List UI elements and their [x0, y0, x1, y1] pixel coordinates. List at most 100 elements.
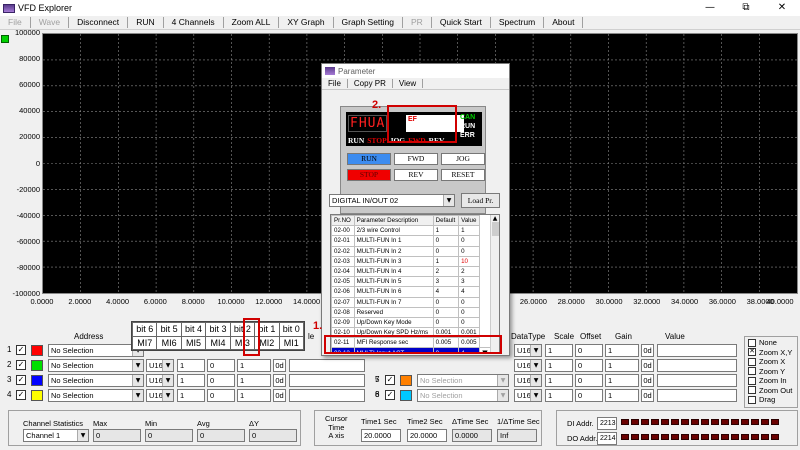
channel-color-swatch[interactable] [31, 375, 43, 386]
rev-key[interactable]: REV [394, 169, 438, 181]
menu-4-channels[interactable]: 4 Channels [164, 17, 224, 28]
channel-datatype-select[interactable]: U16 ▼ [514, 359, 542, 372]
channel-address-select[interactable]: No Selection▼ [417, 389, 509, 402]
channel-unit-button[interactable]: 0d [273, 374, 286, 387]
channel-datatype-select[interactable]: U16 ▼ [514, 389, 542, 402]
scroll-up-icon[interactable]: ▲ [491, 215, 499, 222]
dialog-menu-copy-pr[interactable]: Copy PR [348, 79, 393, 88]
zoom-option-zoom-in[interactable]: Zoom In [748, 376, 794, 386]
do-address-input[interactable]: 2214 [597, 432, 617, 445]
channel-datatype-select[interactable]: U16 ▼ [514, 374, 542, 387]
channel-offset-input[interactable]: 0 [207, 359, 235, 372]
load-pr-button[interactable]: Load Pr. [461, 193, 500, 208]
close-button[interactable]: ✕ [764, 0, 800, 16]
table-row[interactable]: 02-09 Up/Down Key Mode 0 0 [331, 316, 491, 329]
channel-unit-button[interactable]: 0d [641, 374, 654, 387]
channel-scale-input[interactable]: 1 [545, 389, 573, 402]
channel-scale-input[interactable]: 1 [177, 359, 205, 372]
run-key[interactable]: RUN [347, 153, 391, 165]
jog-key[interactable]: JOG [441, 153, 485, 165]
zoom-option-checkbox[interactable] [748, 357, 756, 366]
channel-enable-checkbox[interactable]: ✓ [16, 360, 26, 370]
dialog-menu-view[interactable]: View [393, 79, 424, 88]
channel-gain-input[interactable]: 1 [237, 359, 271, 372]
menu-spectrum[interactable]: Spectrum [491, 17, 545, 28]
channel-enable-checkbox[interactable]: ✓ [16, 345, 26, 355]
menu-graph-setting[interactable]: Graph Setting [334, 17, 403, 28]
channel-gain-input[interactable]: 1 [605, 344, 639, 357]
channel-offset-input[interactable]: 0 [575, 389, 603, 402]
zoom-option-zoom-y[interactable]: Zoom Y [748, 367, 794, 377]
channel-offset-input[interactable]: 0 [575, 344, 603, 357]
zoom-option-checkbox[interactable]: ✕ [748, 348, 756, 357]
menu-zoom-all[interactable]: Zoom ALL [224, 17, 280, 28]
zoom-option-zoom-x[interactable]: Zoom X [748, 357, 794, 367]
time2-input[interactable]: 20.0000 [407, 429, 447, 442]
channel-offset-input[interactable]: 0 [207, 374, 235, 387]
channel-color-swatch[interactable] [31, 345, 43, 356]
channel-enable-checkbox[interactable]: ✓ [16, 375, 26, 385]
fwd-key[interactable]: FWD [394, 153, 438, 165]
channel-unit-button[interactable]: 0d [273, 359, 286, 372]
table-row[interactable]: 02-04 MULTI-FUN In 422 [331, 265, 491, 278]
zoom-option-checkbox[interactable] [748, 376, 756, 385]
channel-color-swatch[interactable] [31, 360, 43, 371]
channel-enable-checkbox[interactable]: ✓ [16, 390, 26, 400]
minimize-button[interactable]: — [692, 0, 728, 16]
stop-key[interactable]: STOP [347, 169, 391, 181]
param-value[interactable]: 0 [458, 316, 481, 329]
table-row[interactable]: 02-08 Reserved 0 0 [331, 306, 491, 318]
zoom-option-none[interactable]: None [748, 338, 794, 348]
stats-channel-select[interactable]: Channel 1 ▼ [23, 429, 89, 442]
zoom-option-checkbox[interactable] [748, 338, 756, 347]
channel-gain-input[interactable]: 1 [605, 389, 639, 402]
table-row[interactable]: 02-03 MULTI-FUN In 3 1 10 [331, 255, 491, 267]
parameter-group-select[interactable]: DIGITAL IN/OUT 02 ▼ [329, 194, 455, 207]
channel-gain-input[interactable]: 1 [237, 389, 271, 402]
table-row[interactable]: 02-00 2/3 wire Control 1 1 [331, 225, 491, 237]
channel-gain-input[interactable]: 1 [605, 359, 639, 372]
channel-gain-input[interactable]: 1 [237, 374, 271, 387]
zoom-option-zoom-x-y[interactable]: ✕ Zoom X,Y [748, 348, 794, 358]
channel-scale-input[interactable]: 1 [177, 389, 205, 402]
param-value[interactable]: 1 [458, 225, 481, 237]
menu-quick-start[interactable]: Quick Start [432, 17, 491, 28]
table-scrollbar[interactable]: ▲ [490, 215, 499, 353]
channel-offset-input[interactable]: 0 [575, 359, 603, 372]
dialog-menu-file[interactable]: File [322, 79, 348, 88]
channel-unit-button[interactable]: 0d [273, 389, 286, 402]
channel-address-select[interactable]: No Selection▼ [48, 359, 144, 372]
param-value[interactable]: 4 [458, 286, 481, 298]
zoom-option-checkbox[interactable] [748, 395, 756, 404]
channel-scale-input[interactable]: 1 [177, 374, 205, 387]
param-value[interactable]: 0 [458, 296, 481, 308]
channel-address-select[interactable]: No Selection▼ [48, 374, 144, 387]
channel-color-swatch[interactable] [400, 390, 412, 401]
menu-disconnect[interactable]: Disconnect [69, 17, 129, 28]
channel-scale-input[interactable]: 1 [545, 359, 573, 372]
channel-scale-input[interactable]: 1 [545, 344, 573, 357]
reset-key[interactable]: RESET [441, 169, 485, 181]
channel-address-select[interactable]: No Selection▼ [48, 389, 144, 402]
channel-color-swatch[interactable] [400, 375, 412, 386]
table-row[interactable]: 02-06 MULTI-FUN In 644 [331, 286, 491, 298]
time1-input[interactable]: 20.0000 [361, 429, 401, 442]
maximize-button[interactable]: ⧉ [728, 0, 764, 16]
channel-unit-button[interactable]: 0d [641, 359, 654, 372]
param-value[interactable]: 3 [458, 276, 481, 288]
zoom-option-zoom-out[interactable]: Zoom Out [748, 386, 794, 396]
zoom-option-checkbox[interactable] [748, 367, 756, 376]
channel-enable-checkbox[interactable]: ✓ [385, 375, 395, 385]
param-value[interactable]: 0 [458, 245, 481, 257]
channel-unit-button[interactable]: 0d [641, 344, 654, 357]
channel-address-select[interactable]: No Selection▼ [48, 344, 144, 357]
channel-offset-input[interactable]: 0 [207, 389, 235, 402]
table-row[interactable]: 02-02 MULTI-FUN In 200 [331, 245, 491, 257]
channel-enable-checkbox[interactable]: ✓ [385, 390, 395, 400]
channel-datatype-select[interactable]: U16 ▼ [146, 359, 174, 372]
scroll-thumb[interactable] [492, 222, 499, 236]
channel-scale-input[interactable]: 1 [545, 374, 573, 387]
table-row[interactable]: 02-05 MULTI-FUN In 533 [331, 276, 491, 288]
channel-datatype-select[interactable]: U16 ▼ [146, 374, 174, 387]
menu-about[interactable]: About [544, 17, 584, 28]
